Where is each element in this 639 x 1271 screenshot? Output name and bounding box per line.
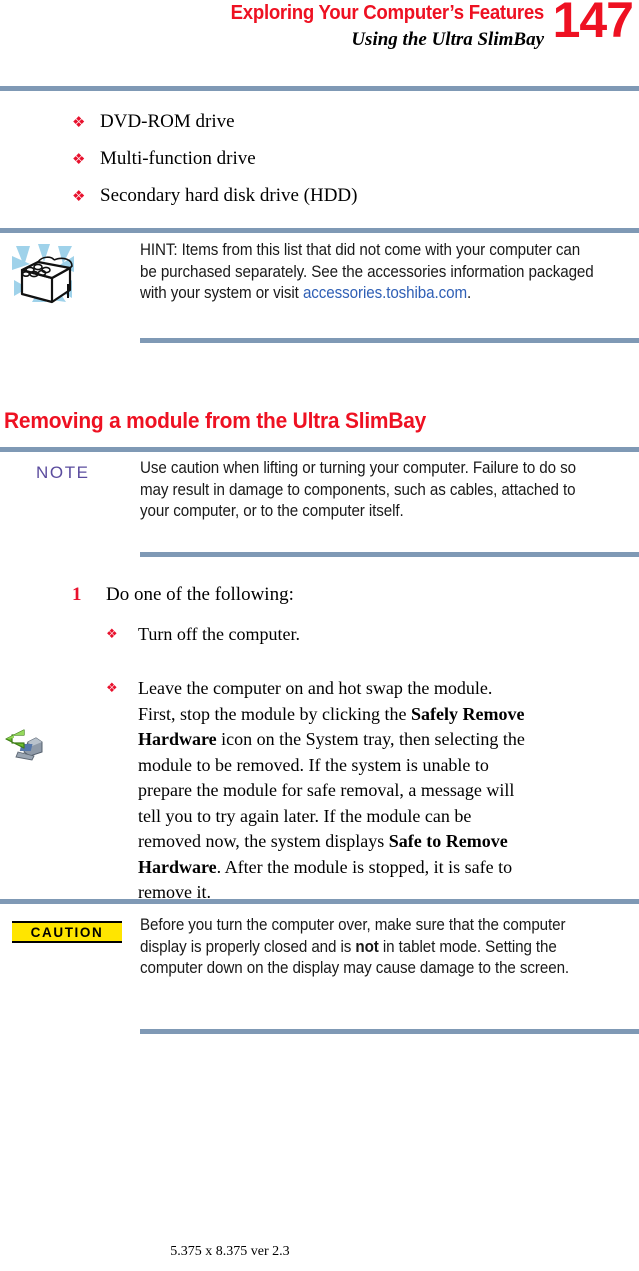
note-text: Use caution when lifting or turning your… xyxy=(140,459,576,520)
list-item: ❖ Secondary hard disk drive (HDD) xyxy=(0,184,639,208)
caution-text: Before you turn the computer over, make … xyxy=(140,916,570,977)
list-item-label: DVD-ROM drive xyxy=(100,111,235,132)
page-subtitle: Using the Ultra SlimBay xyxy=(351,29,544,50)
list-item-label: Multi-function drive xyxy=(100,148,256,169)
floret-bullet-icon: ❖ xyxy=(72,187,86,205)
hint-text: HINT: Items from this list that did not … xyxy=(140,240,596,305)
footer-text: 5.375 x 8.375 ver 2.3 xyxy=(170,1244,290,1259)
step-number: 1 xyxy=(72,584,82,605)
page-number: 147 xyxy=(552,0,634,48)
step-option-2: ❖ Leave the computer on and hot swap the… xyxy=(0,676,639,906)
note-label: NOTE xyxy=(36,463,90,482)
list-item: ❖ DVD-ROM drive xyxy=(0,110,639,134)
header-title-block: Exploring Your Computer’s Features Using… xyxy=(0,2,545,52)
divider-caution-top xyxy=(0,899,639,904)
page-header: Exploring Your Computer’s Features Using… xyxy=(0,0,639,86)
module-list: ❖ DVD-ROM drive ❖ Multi-function drive ❖… xyxy=(0,110,639,221)
step-text: Do one of the following: xyxy=(106,584,294,605)
list-item: ❖ Multi-function drive xyxy=(0,147,639,171)
caution-badge: CAUTION xyxy=(12,921,122,943)
accessories-link[interactable]: accessories.toshiba.com xyxy=(303,284,467,302)
divider-top xyxy=(0,86,639,91)
section-heading: Removing a module from the Ultra SlimBay xyxy=(4,408,427,433)
floret-bullet-icon: ❖ xyxy=(72,150,86,168)
caution-emphasis: not xyxy=(355,937,379,956)
step-option-text: Turn off the computer. xyxy=(138,624,300,644)
step-option-1: ❖ Turn off the computer. xyxy=(0,622,639,648)
step-option-text: Leave the computer on and hot swap the m… xyxy=(138,678,525,902)
divider-caution-bottom xyxy=(140,1029,639,1034)
floret-bullet-icon: ❖ xyxy=(106,681,118,696)
divider-note-top xyxy=(0,447,639,452)
hint-text-after-link: . xyxy=(467,284,472,302)
divider-note-bottom xyxy=(140,552,639,557)
page-title: Exploring Your Computer’s Features xyxy=(230,2,545,24)
step-1: 1 Do one of the following: xyxy=(0,582,639,607)
treasure-chest-icon xyxy=(8,240,80,312)
floret-bullet-icon: ❖ xyxy=(106,627,118,642)
divider-hint-top xyxy=(0,228,639,233)
divider-hint-bottom xyxy=(140,338,639,343)
list-item-label: Secondary hard disk drive (HDD) xyxy=(100,185,358,206)
floret-bullet-icon: ❖ xyxy=(72,113,86,131)
